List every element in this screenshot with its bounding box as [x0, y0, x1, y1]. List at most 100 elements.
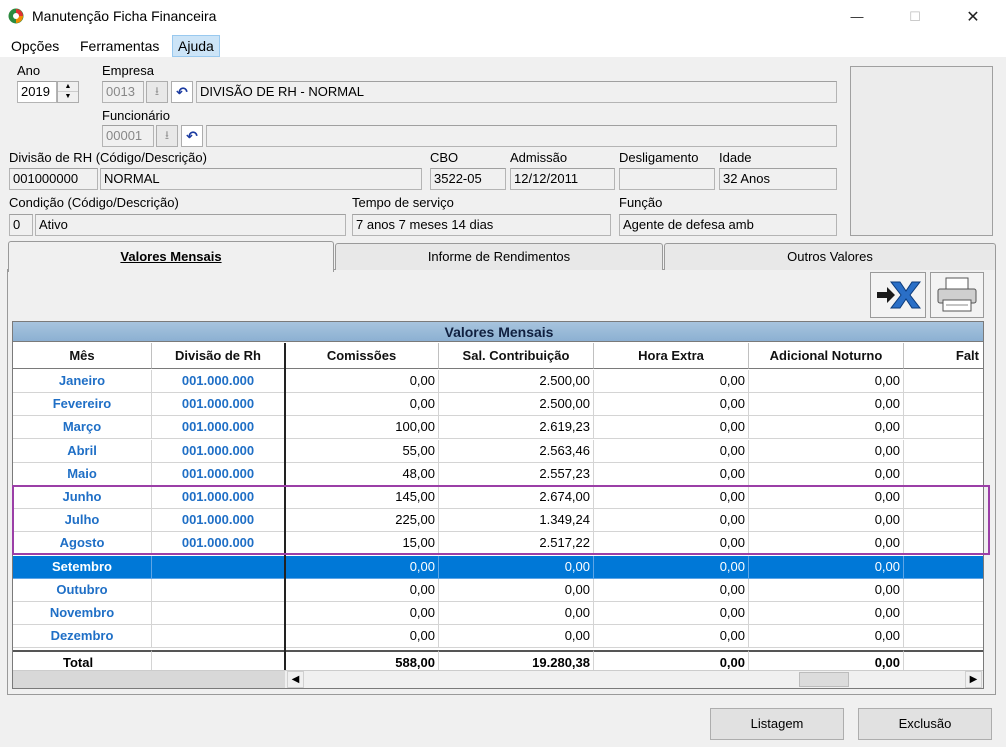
cell-hora-extra[interactable]: 0,00 [594, 439, 749, 463]
cell-adicional-noturno[interactable]: 0,00 [749, 486, 904, 509]
table-row[interactable]: Novembro 0,00 0,00 0,00 0,00 [13, 602, 983, 625]
col-header-sal-contribuicao[interactable]: Sal. Contribuição [439, 343, 594, 369]
cell-hora-extra[interactable]: 0,00 [594, 602, 749, 625]
cell-comissoes[interactable]: 225,00 [285, 509, 439, 533]
spin-up-icon[interactable]: ▲ [58, 82, 78, 92]
print-button[interactable] [930, 272, 984, 318]
table-row[interactable]: Janeiro 001.000.000 0,00 2.500,00 0,00 0,00 [13, 370, 983, 393]
table-row[interactable]: Outubro 0,00 0,00 0,00 0,00 [13, 578, 983, 602]
cell-hora-extra[interactable]: 0,00 [594, 462, 749, 486]
cell-faltas[interactable] [904, 532, 983, 556]
cell-mes[interactable]: Dezembro [13, 625, 152, 649]
cell-hora-extra[interactable]: 0,00 [594, 509, 749, 533]
cell-adicional-noturno[interactable]: 0,00 [749, 578, 904, 602]
cell-hora-extra[interactable]: 0,00 [594, 393, 749, 417]
cell-sal-contribuicao[interactable]: 2.500,00 [439, 370, 594, 393]
scroll-left-icon[interactable]: ◀ [287, 671, 304, 688]
cell-divisao[interactable]: 001.000.000 [152, 532, 285, 556]
cell-mes[interactable]: Março [13, 416, 152, 440]
cell-divisao[interactable] [152, 625, 285, 649]
cell-faltas[interactable] [904, 370, 983, 393]
cell-hora-extra[interactable]: 0,00 [594, 555, 749, 579]
export-excel-button[interactable] [870, 272, 926, 318]
cell-sal-contribuicao[interactable]: 0,00 [439, 555, 594, 579]
tab-valores-mensais[interactable]: Valores Mensais [8, 241, 334, 272]
empresa-undo-button[interactable]: ↶ [171, 81, 193, 103]
table-row[interactable]: Julho 001.000.000 225,00 1.349,24 0,00 0,00 [13, 509, 983, 533]
cell-comissoes[interactable]: 0,00 [285, 393, 439, 417]
cell-divisao[interactable]: 001.000.000 [152, 486, 285, 509]
cell-faltas[interactable] [904, 579, 983, 602]
cell-divisao[interactable]: 001.000.000 [152, 462, 285, 486]
cell-divisao[interactable]: 001.000.000 [152, 370, 285, 393]
cell-mes[interactable]: Janeiro [13, 370, 152, 393]
close-button[interactable]: ✕ [950, 0, 996, 33]
maximize-button[interactable]: ☐ [892, 0, 938, 33]
minimize-button[interactable]: — [834, 0, 880, 33]
scrollbar-thumb[interactable] [799, 672, 849, 687]
col-header-comissoes[interactable]: Comissões [285, 343, 439, 369]
cell-sal-contribuicao[interactable]: 2.619,23 [439, 416, 594, 440]
cell-mes[interactable]: Junho [13, 486, 152, 509]
cell-comissoes[interactable]: 0,00 [285, 625, 439, 649]
cell-sal-contribuicao[interactable]: 1.349,24 [439, 509, 594, 533]
cell-mes[interactable]: Fevereiro [13, 393, 152, 417]
cell-hora-extra[interactable]: 0,00 [594, 625, 749, 649]
cell-comissoes[interactable]: 48,00 [285, 462, 439, 486]
cell-comissoes[interactable]: 100,00 [285, 416, 439, 440]
cell-sal-contribuicao[interactable]: 2.674,00 [439, 486, 594, 509]
cell-comissoes[interactable]: 0,00 [285, 602, 439, 625]
cell-mes[interactable]: Julho [13, 509, 152, 533]
col-header-hora-extra[interactable]: Hora Extra [594, 343, 749, 369]
funcionario-code-input[interactable]: 00001 [102, 125, 154, 147]
listagem-button[interactable]: Listagem [710, 708, 844, 740]
cell-adicional-noturno[interactable]: 0,00 [749, 393, 904, 417]
cell-sal-contribuicao[interactable]: 0,00 [439, 602, 594, 625]
cell-hora-extra[interactable]: 0,00 [594, 486, 749, 509]
cell-faltas[interactable] [904, 440, 983, 463]
funcionario-lookup-button[interactable]: ⭳ [156, 125, 178, 147]
cell-divisao[interactable] [152, 602, 285, 625]
table-row[interactable]: Agosto 001.000.000 15,00 2.517,22 0,00 0,00 [13, 532, 983, 556]
horizontal-scrollbar[interactable]: ◀ ▶ [285, 670, 983, 688]
cell-sal-contribuicao[interactable]: 2.557,23 [439, 462, 594, 486]
cell-sal-contribuicao[interactable]: 2.500,00 [439, 393, 594, 417]
empresa-lookup-button[interactable]: ⭳ [146, 81, 168, 103]
empresa-code-input[interactable]: 0013 [102, 81, 144, 103]
menu-ajuda[interactable]: Ajuda [172, 35, 220, 57]
cell-mes[interactable]: Novembro [13, 602, 152, 625]
cell-hora-extra[interactable]: 0,00 [594, 578, 749, 602]
cell-adicional-noturno[interactable]: 0,00 [749, 439, 904, 463]
table-row[interactable]: Abril 001.000.000 55,00 2.563,46 0,00 0,00 [13, 439, 983, 463]
table-row[interactable]: Setembro 0,00 0,00 0,00 0,00 [13, 555, 983, 579]
spin-down-icon[interactable]: ▼ [58, 92, 78, 102]
cell-adicional-noturno[interactable]: 0,00 [749, 555, 904, 579]
tab-informe-rendimentos[interactable]: Informe de Rendimentos [335, 243, 663, 270]
cell-sal-contribuicao[interactable]: 2.563,46 [439, 439, 594, 463]
cell-divisao[interactable] [152, 578, 285, 602]
cell-comissoes[interactable]: 145,00 [285, 486, 439, 509]
cell-mes[interactable]: Setembro [13, 555, 152, 579]
col-header-mes[interactable]: Mês [13, 343, 152, 369]
table-row[interactable]: Maio 001.000.000 48,00 2.557,23 0,00 0,00 [13, 462, 983, 486]
cell-faltas[interactable] [904, 486, 983, 509]
cell-adicional-noturno[interactable]: 0,00 [749, 416, 904, 440]
monthly-values-grid[interactable]: Valores Mensais Mês Divisão de Rh Comiss… [12, 321, 984, 689]
funcionario-undo-button[interactable]: ↶ [181, 125, 203, 147]
cell-comissoes[interactable]: 15,00 [285, 532, 439, 556]
cell-adicional-noturno[interactable]: 0,00 [749, 462, 904, 486]
cell-hora-extra[interactable]: 0,00 [594, 416, 749, 440]
cell-divisao[interactable]: 001.000.000 [152, 393, 285, 417]
table-row[interactable]: Março 001.000.000 100,00 2.619,23 0,00 0,00 [13, 416, 983, 440]
cell-sal-contribuicao[interactable]: 0,00 [439, 578, 594, 602]
cell-mes[interactable]: Abril [13, 439, 152, 463]
cell-faltas[interactable] [904, 555, 983, 579]
table-row[interactable]: Junho 001.000.000 145,00 2.674,00 0,00 0,00 [13, 486, 983, 509]
cell-divisao[interactable]: 001.000.000 [152, 509, 285, 533]
cell-adicional-noturno[interactable]: 0,00 [749, 602, 904, 625]
ano-spinner[interactable]: ▲ ▼ [57, 81, 79, 103]
cell-faltas[interactable] [904, 463, 983, 486]
cell-adicional-noturno[interactable]: 0,00 [749, 370, 904, 393]
cell-adicional-noturno[interactable]: 0,00 [749, 625, 904, 649]
cell-faltas[interactable] [904, 509, 983, 533]
